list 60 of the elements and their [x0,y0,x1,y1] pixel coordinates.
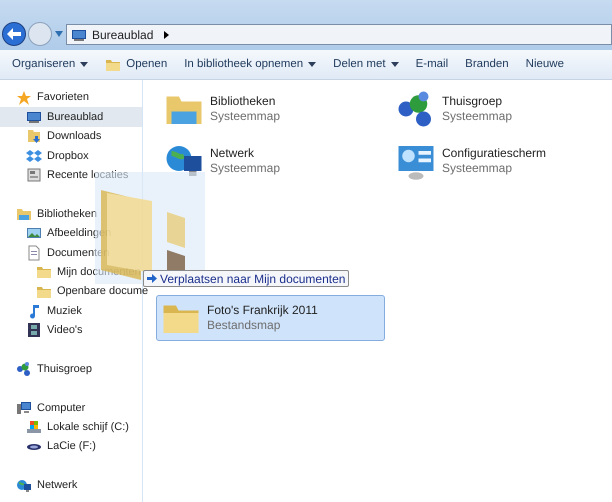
folder-item[interactable]: Foto's Frankrijk 2011 Bestandsmap [156,295,385,341]
sidebar-group[interactable]: Thuisgroep [0,359,94,379]
item-name: Bibliotheken [210,94,276,109]
toolbar-button[interactable]: In bibliotheek opnemen [184,56,316,74]
folder-item[interactable]: Thuisgroep Systeemmap [391,86,591,132]
toolbar-button[interactable]: Openen [105,56,168,74]
item-name: Configuratiescherm [442,146,546,161]
toolbar-button[interactable]: Organiseren [12,56,88,74]
folder-icon [36,264,52,280]
tooltip-text: Verplaatsen naar Mijn documenten [160,270,346,288]
sidebar-item[interactable]: Openbare docume [0,282,150,302]
film-icon [26,322,42,338]
homegroup-icon [16,361,32,378]
back-arrow-icon [7,28,21,40]
chevron-icon [164,30,170,38]
folder-arrow-icon [26,128,42,144]
recent-places-icon [26,167,42,184]
breadcrumb[interactable]: Bureaublad [92,26,154,44]
document-icon [26,244,42,261]
monitor-icon [26,109,42,126]
address-bar[interactable]: Bureaublad [66,24,612,45]
arrow-right-icon [147,274,157,283]
sidebar-group[interactable]: Computer [0,398,88,418]
dropdown-icon [54,30,64,38]
sidebar-item[interactable]: Lokale schijf (C:) [0,418,131,438]
toolbar-button[interactable]: Branden [465,56,509,74]
drive-icon [26,419,42,436]
item-type: Systeemmap [442,109,512,124]
item-type: Systeemmap [210,161,280,176]
star-icon [16,90,32,106]
sidebar-item[interactable]: LaCie (F:) [0,437,98,456]
toolbar-button[interactable]: E-mail [416,56,448,74]
caret-icon [80,62,88,67]
box-icon [26,148,42,164]
network-icon [16,478,32,494]
item-type: Bestandsmap [207,318,282,333]
folder-item[interactable]: Bibliotheken Systeemmap [159,86,391,132]
item-name: Thuisgroep [442,94,504,109]
sidebar-item[interactable]: Dropbox [0,146,91,166]
folder-item[interactable]: Configuratiescherm Systeemmap [391,138,591,184]
sidebar-group[interactable]: Favorieten [0,88,91,108]
folder-item[interactable]: Netwerk Systeemmap [159,138,391,184]
back-button[interactable] [2,22,26,46]
computer-icon [16,400,32,416]
item-name: Netwerk [210,146,256,161]
sidebar-item[interactable]: Bureaublad [0,107,142,127]
sidebar-group[interactable]: Bibliotheken [0,204,99,224]
item-name: Foto's Frankrijk 2011 [207,303,318,318]
library-icon [16,206,32,222]
toolbar-button[interactable]: Nieuwe [526,56,564,74]
sidebar-item[interactable]: Recente locaties [0,166,130,185]
item-type: Systeemmap [210,109,280,124]
sidebar-item[interactable]: Muziek [0,301,84,321]
caret-icon [390,62,399,67]
sidebar-item[interactable]: Downloads [0,126,104,146]
toolbar-button[interactable]: Delen met [333,56,399,74]
sidebar-group[interactable]: Netwerk [0,476,80,496]
caret-icon [308,62,316,67]
item-type: Systeemmap [442,161,514,176]
sidebar-item[interactable]: Video's [0,320,85,340]
